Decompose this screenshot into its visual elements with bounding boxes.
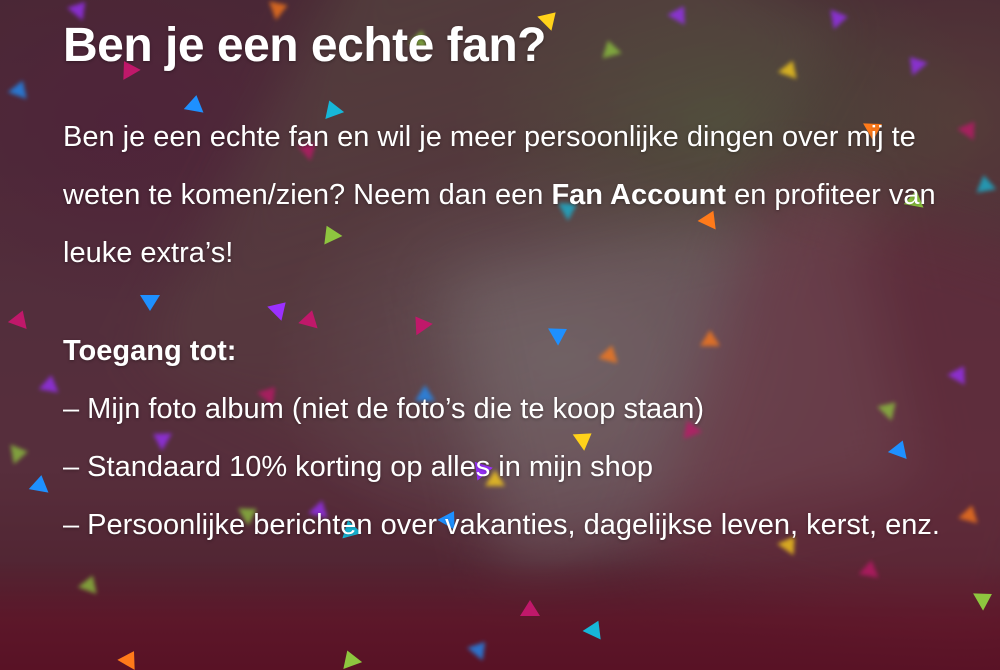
confetti-piece (858, 558, 882, 578)
list-item: – Persoonlijke berichten over vakanties,… (63, 509, 940, 541)
confetti-piece (520, 600, 540, 616)
fan-account-section: Ben je een echte fan? Ben je een echte f… (63, 14, 963, 554)
list-item: – Standaard 10% korting op alles in mijn… (63, 451, 654, 483)
fan-account-emphasis: Fan Account (551, 179, 727, 211)
access-list: Toegang tot: – Mijn foto album (niet de … (63, 322, 963, 554)
page-title: Ben je een echte fan? (63, 19, 546, 72)
confetti-piece (38, 373, 62, 393)
confetti-piece (10, 441, 30, 465)
list-item: – Mijn foto album (niet de foto’s die te… (63, 393, 705, 425)
intro-paragraph: Ben je een echte fan en wil je meer pers… (63, 108, 963, 282)
access-heading: Toegang tot: (63, 335, 237, 367)
confetti-piece (973, 173, 997, 193)
confetti-piece (28, 473, 52, 493)
